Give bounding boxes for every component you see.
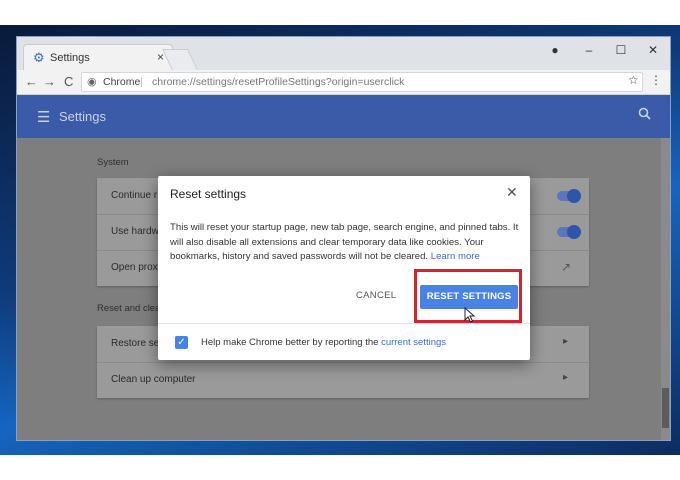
toggle-switch[interactable] [557,189,581,203]
scrollbar[interactable] [661,138,670,440]
close-window-icon[interactable]: ✕ [645,43,661,57]
cancel-button[interactable]: CANCEL [356,290,396,301]
account-icon[interactable]: ● [547,43,563,57]
list-item[interactable]: Clean up computer ▸ [97,362,589,398]
reset-settings-dialog: Reset settings ✕ This will reset your st… [158,176,530,360]
reload-icon[interactable]: C [64,74,73,89]
scrollbar-thumb[interactable] [662,388,669,428]
toolbar: ← → C ◉ Chrome | chrome://settings/reset… [17,70,670,95]
current-settings-link[interactable]: current settings [381,337,446,348]
reset-settings-button[interactable]: RESET SETTINGS [420,285,518,309]
menu-icon[interactable]: ⋮ [650,73,662,87]
hamburger-icon[interactable]: ☰ [37,108,50,126]
chrome-icon: ◉ [87,76,97,88]
row-label: Continue r [111,190,158,201]
back-icon[interactable]: ← [25,74,38,89]
toggle-switch[interactable] [557,225,581,239]
address-bar[interactable]: ◉ Chrome | chrome://settings/resetProfil… [81,72,643,92]
gear-icon: ⚙ [33,50,45,65]
learn-more-link[interactable]: Learn more [431,251,480,262]
settings-header: ☰ Settings [17,95,670,138]
page-title: Settings [59,109,106,124]
dialog-title: Reset settings [170,187,247,201]
section-label-reset: Reset and clea [97,303,161,314]
row-label: Use hardw [111,226,159,237]
search-icon[interactable] [638,107,651,123]
row-label: Open proxy [111,262,163,273]
minimize-icon[interactable]: – [581,43,597,57]
bookmark-star-icon[interactable]: ☆ [628,73,639,87]
maximize-icon[interactable]: ☐ [613,43,629,57]
section-label-system: System [97,157,129,168]
title-bar: ⚙ Settings × ● – ☐ ✕ [17,37,670,71]
footer-label: Help make Chrome better by reporting the [201,337,379,348]
footer-text: Help make Chrome better by reporting the… [201,337,446,348]
dialog-footer: ✓ Help make Chrome better by reporting t… [158,323,530,361]
mouse-cursor-icon [464,307,476,323]
row-label: Clean up computer [111,374,196,385]
tab-settings[interactable]: ⚙ Settings × [23,44,173,71]
url-separator: | [140,76,143,88]
tab-title: Settings [50,52,90,64]
chevron-right-icon: ▸ [563,372,569,383]
report-settings-checkbox[interactable]: ✓ [175,336,188,349]
forward-icon[interactable]: → [43,74,56,89]
close-icon[interactable]: ✕ [506,184,518,201]
site-name: Chrome [103,76,141,88]
row-label: Restore set [111,338,163,349]
dialog-body: This will reset your startup page, new t… [170,221,520,265]
external-link-icon: ↗ [561,260,572,274]
url-text: chrome://settings/resetProfileSettings?o… [152,76,405,88]
chevron-right-icon: ▸ [563,336,569,347]
